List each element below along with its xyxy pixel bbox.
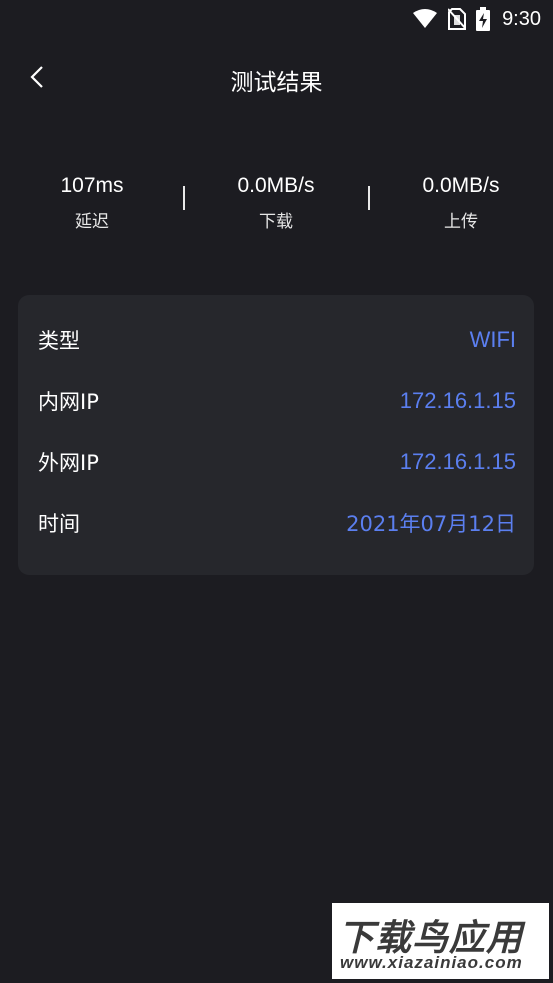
status-icons: 9:30 (412, 6, 541, 32)
network-info-card: 类型 WIFI 内网IP 172.16.1.15 外网IP 172.16.1.1… (18, 295, 534, 575)
page-title: 测试结果 (230, 70, 323, 96)
status-time: 9:30 (502, 7, 541, 30)
info-value: WIFI (469, 327, 516, 352)
latency-label: 延迟 (75, 212, 109, 232)
no-sim-icon (448, 8, 467, 30)
info-value: 2021年07月12日 (346, 512, 516, 536)
info-row-lan-ip: 内网IP 172.16.1.15 (38, 381, 516, 421)
info-key: 时间 (38, 512, 80, 536)
info-key: 内网IP (38, 390, 99, 414)
info-row-time: 时间 2021年07月12日 (38, 503, 516, 543)
info-key: 类型 (38, 329, 80, 353)
latency-value: 107ms (60, 174, 124, 197)
stat-latency: 107ms 延迟 (0, 170, 184, 232)
info-value: 172.16.1.15 (399, 449, 516, 474)
stat-upload: 0.0MB/s 上传 (369, 170, 553, 232)
upload-label: 上传 (444, 212, 478, 232)
watermark-logo: 下载鸟应用 www.xiazainiao.com (332, 903, 549, 979)
download-value: 0.0MB/s (237, 174, 315, 197)
wifi-icon (412, 9, 438, 29)
speed-stats: 107ms 延迟 0.0MB/s 下载 0.0MB/s 上传 (0, 170, 553, 240)
download-label: 下载 (259, 212, 293, 232)
info-key: 外网IP (38, 451, 99, 475)
battery-charging-icon (476, 7, 491, 31)
info-row-type: 类型 WIFI (38, 320, 516, 360)
info-value: 172.16.1.15 (399, 388, 516, 413)
status-bar: 9:30 (0, 0, 553, 38)
upload-value: 0.0MB/s (422, 174, 500, 197)
stat-download: 0.0MB/s 下载 (184, 170, 368, 232)
watermark-url: www.xiazainiao.com (340, 953, 523, 972)
info-row-wan-ip: 外网IP 172.16.1.15 (38, 442, 516, 482)
